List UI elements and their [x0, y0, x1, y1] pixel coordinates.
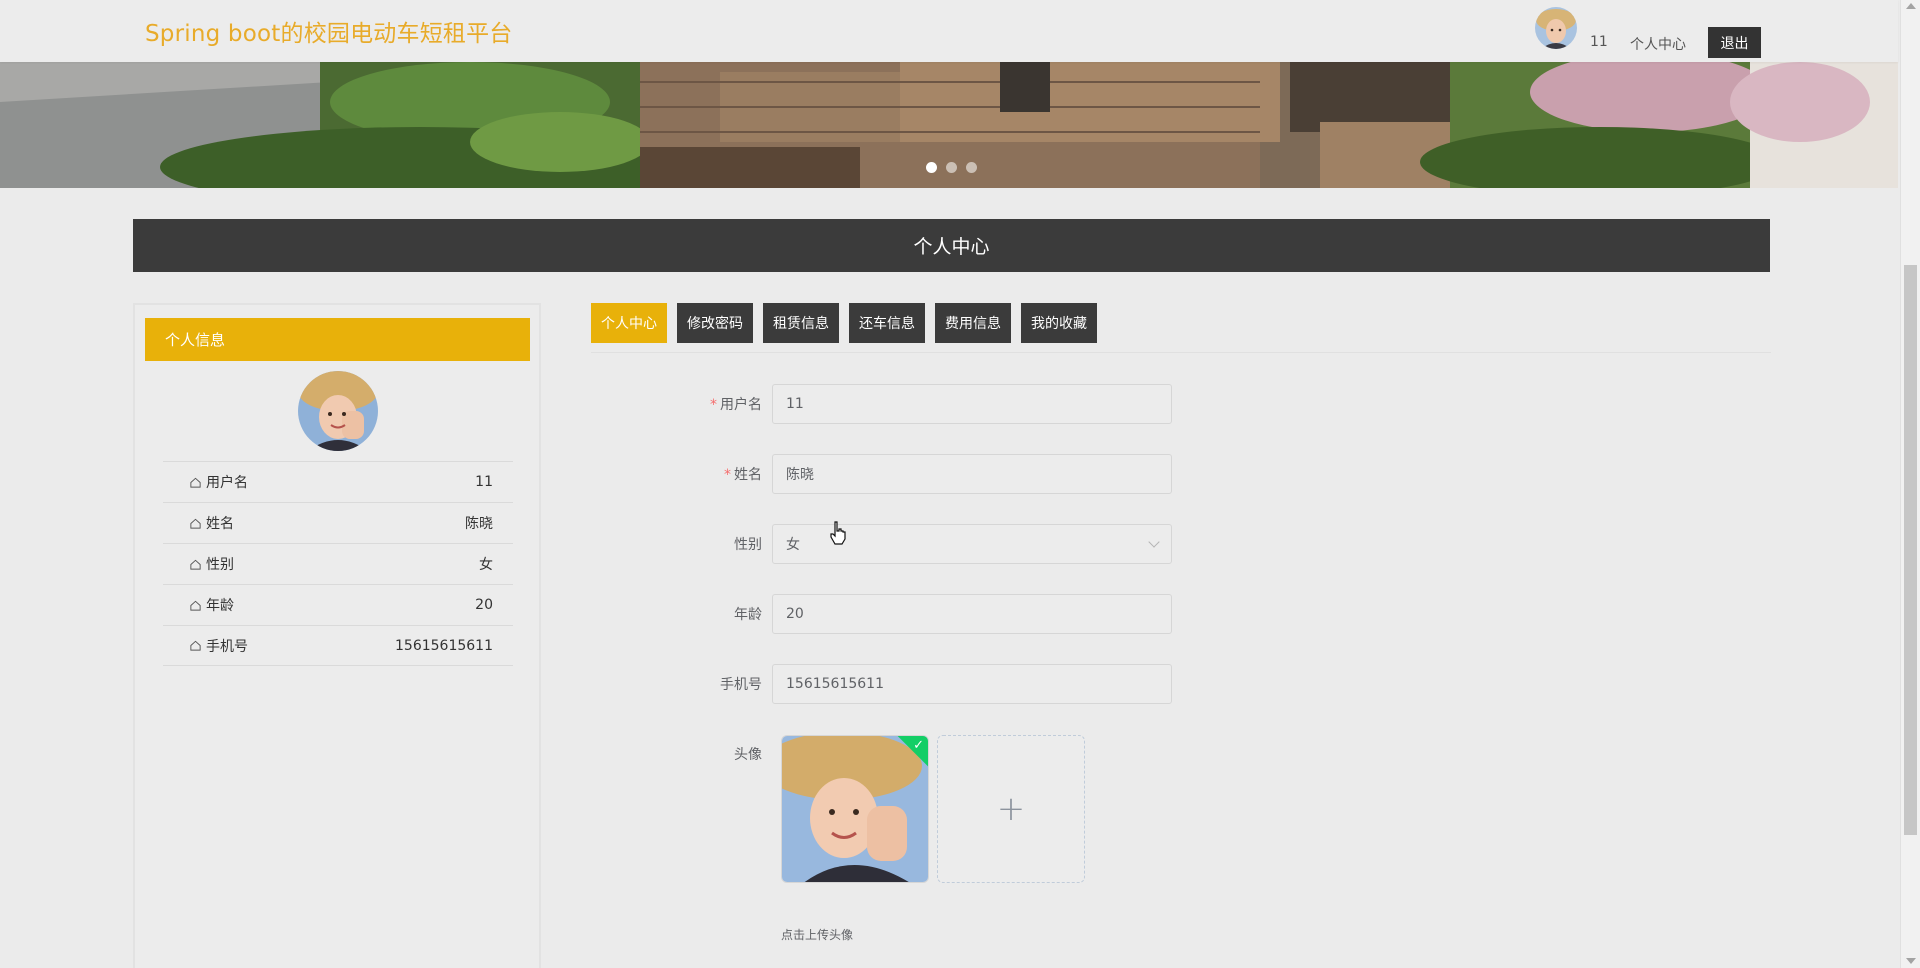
- upload-add-button[interactable]: +: [937, 735, 1085, 883]
- name-label: * 姓名: [700, 464, 772, 484]
- plus-icon: +: [996, 789, 1026, 829]
- profile-info-list: 用户名 11 姓名 陈晓 性别 女 年龄 20 手机号 15615615611: [163, 461, 513, 666]
- info-row-gender: 性别 女: [163, 543, 513, 584]
- hand-cursor-icon: [830, 521, 846, 545]
- profile-panel: 个人信息 用户名 11 姓名 陈晓 性别 女 年龄 20 手机号 1561561…: [133, 303, 541, 968]
- info-label-text: 姓名: [206, 516, 234, 532]
- info-row-name: 姓名 陈晓: [163, 502, 513, 543]
- home-icon: [190, 518, 201, 529]
- required-mark: *: [710, 397, 717, 413]
- name-field[interactable]: [772, 454, 1172, 494]
- info-value: 20: [475, 597, 493, 613]
- home-icon: [190, 477, 201, 488]
- upload-tip: 点击上传头像: [781, 928, 854, 942]
- avatar-label: 头像: [734, 747, 762, 763]
- avatar-photo: [782, 736, 928, 882]
- gender-label: 性别: [734, 537, 762, 553]
- page-scrollbar[interactable]: [1900, 0, 1920, 968]
- logout-button[interactable]: 退出: [1708, 27, 1761, 58]
- profile-tabs: 个人中心 修改密码 租赁信息 还车信息 费用信息 我的收藏: [591, 303, 1097, 343]
- personal-center-link[interactable]: 个人中心: [1630, 34, 1686, 54]
- info-value: 陈晓: [465, 516, 493, 532]
- tab-favorites[interactable]: 我的收藏: [1021, 303, 1097, 343]
- phone-field[interactable]: [772, 664, 1172, 704]
- check-icon: ✓: [913, 738, 924, 753]
- info-value: 15615615611: [395, 637, 493, 654]
- required-mark: *: [724, 467, 731, 483]
- username-label: * 用户名: [700, 394, 772, 414]
- section-title: 个人中心: [133, 219, 1770, 272]
- home-icon: [190, 640, 201, 651]
- info-label-text: 性别: [206, 557, 234, 573]
- carousel-indicators: [926, 162, 977, 173]
- user-avatar[interactable]: [1535, 7, 1577, 49]
- info-label-text: 用户名: [206, 475, 248, 491]
- scrollbar-thumb[interactable]: [1904, 265, 1917, 835]
- username-field[interactable]: [772, 384, 1172, 424]
- age-label: 年龄: [734, 607, 762, 623]
- info-value: 11: [475, 474, 493, 490]
- tab-fee-info[interactable]: 费用信息: [935, 303, 1011, 343]
- tab-change-password[interactable]: 修改密码: [677, 303, 753, 343]
- info-value: 女: [479, 557, 493, 573]
- info-label: 用户名: [189, 472, 248, 492]
- info-label: 性别: [189, 554, 234, 574]
- carousel-dot[interactable]: [966, 162, 977, 173]
- form-row-gender: 性别 女: [700, 524, 1172, 564]
- form-row-name: * 姓名: [700, 454, 1172, 494]
- carousel-dot[interactable]: [926, 162, 937, 173]
- phone-label: 手机号: [720, 677, 762, 693]
- scroll-down-arrow[interactable]: [1906, 958, 1916, 964]
- age-field[interactable]: [772, 594, 1172, 634]
- profile-avatar: [298, 371, 378, 451]
- tab-personal-center[interactable]: 个人中心: [591, 303, 667, 343]
- panel-heading: 个人信息: [145, 318, 530, 361]
- label-text: 用户名: [720, 397, 762, 413]
- uploaded-avatar-thumbnail[interactable]: ✓: [781, 735, 929, 883]
- info-label: 年龄: [189, 595, 234, 615]
- site-title[interactable]: Spring boot的校园电动车短租平台: [145, 14, 513, 48]
- info-row-phone: 手机号 15615615611: [163, 625, 513, 666]
- scroll-up-arrow[interactable]: [1906, 3, 1916, 9]
- info-label: 姓名: [189, 513, 234, 533]
- label-text: 姓名: [734, 467, 762, 483]
- hero-carousel[interactable]: [0, 62, 1898, 188]
- home-icon: [190, 600, 201, 611]
- top-navbar: Spring boot的校园电动车短租平台 11 个人中心 退出: [0, 0, 1898, 62]
- info-label-text: 年龄: [206, 598, 234, 614]
- info-label: 手机号: [189, 636, 248, 656]
- info-label-text: 手机号: [206, 638, 248, 655]
- home-icon: [190, 559, 201, 570]
- header-username: 11: [1590, 34, 1608, 50]
- tab-rental-info[interactable]: 租赁信息: [763, 303, 839, 343]
- form-row-age: 年龄: [700, 594, 1172, 634]
- info-row-age: 年龄 20: [163, 584, 513, 625]
- form-row-username: * 用户名: [700, 384, 1172, 424]
- carousel-dot[interactable]: [946, 162, 957, 173]
- form-row-phone: 手机号: [700, 664, 1172, 704]
- tab-return-info[interactable]: 还车信息: [849, 303, 925, 343]
- tabs-divider: [591, 352, 1771, 353]
- info-row-username: 用户名 11: [163, 461, 513, 502]
